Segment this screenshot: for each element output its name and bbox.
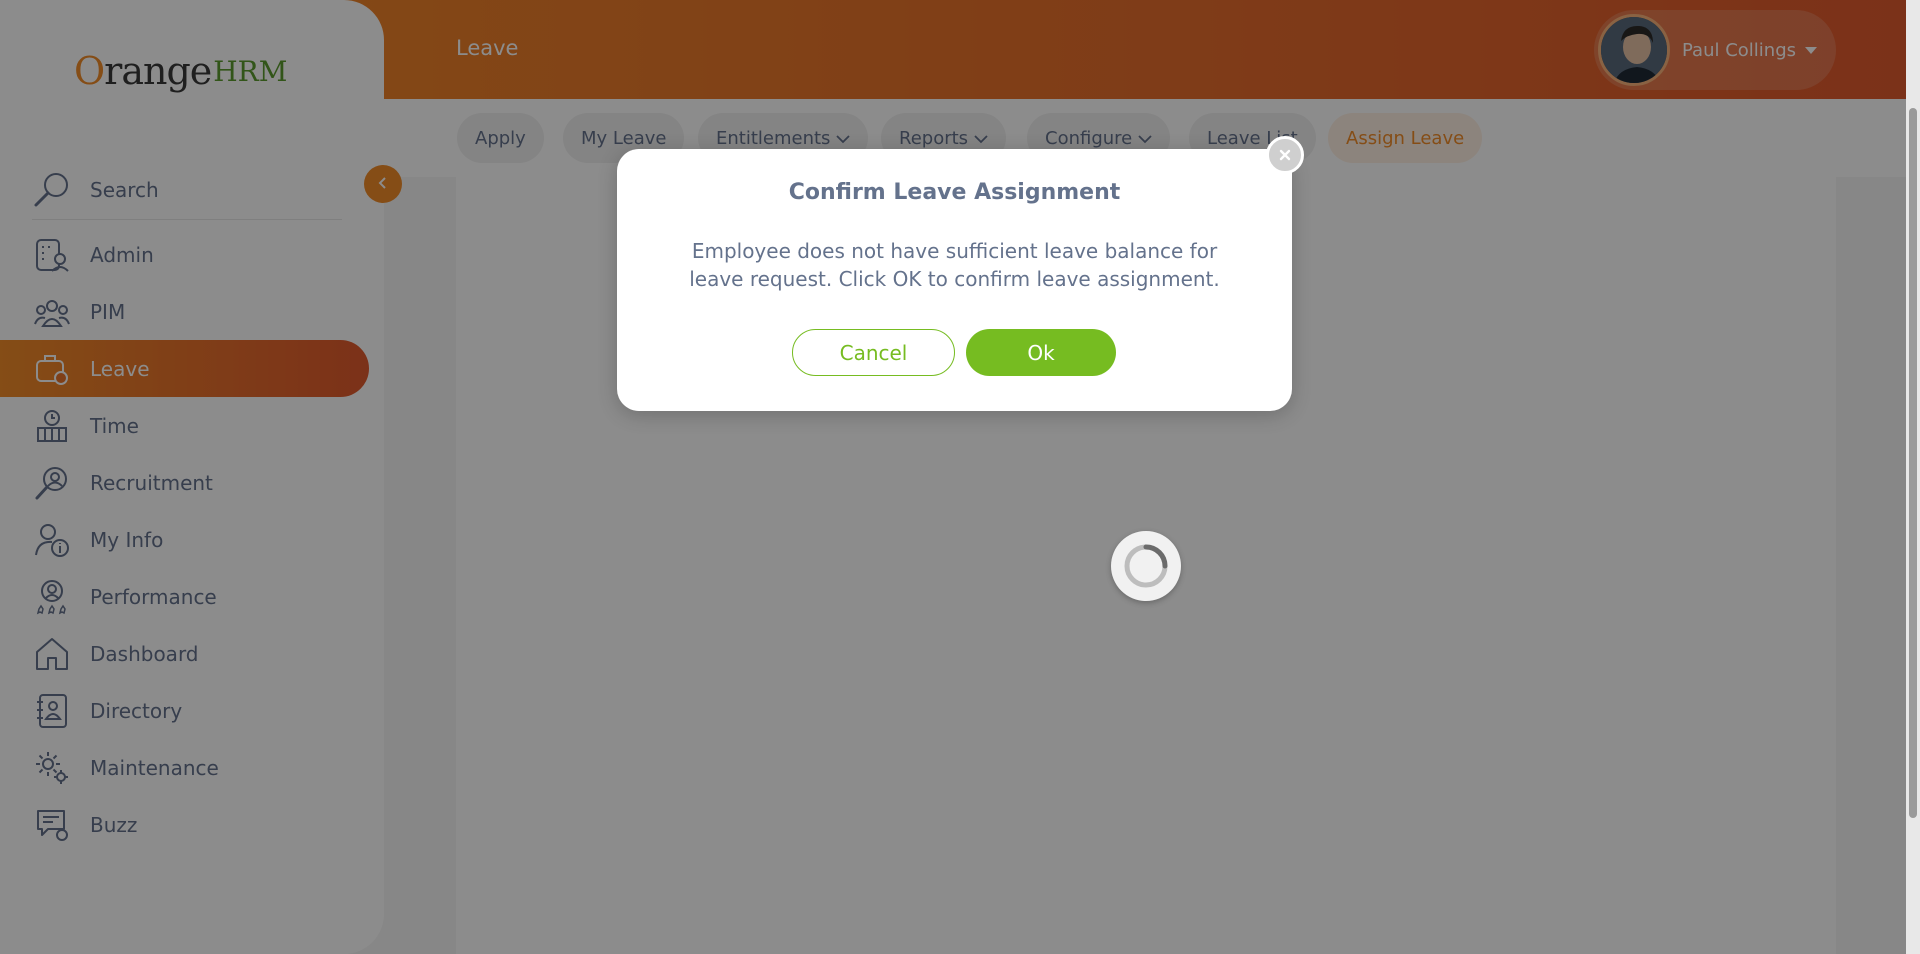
ok-button[interactable]: Ok [966,329,1116,376]
scrollbar-thumb[interactable] [1909,108,1917,818]
loading-spinner [1111,531,1181,601]
close-dialog-button[interactable] [1266,136,1304,174]
dialog-message: Employee does not have sufficient leave … [689,239,1220,291]
dialog-title: Confirm Leave Assignment [788,180,1121,205]
modal-backdrop[interactable] [0,0,1920,954]
confirm-dialog: Confirm Leave Assignment Employee does n… [617,149,1292,411]
close-icon [1279,146,1291,165]
page-scrollbar[interactable] [1906,0,1920,954]
cancel-button[interactable]: Cancel [792,329,955,376]
